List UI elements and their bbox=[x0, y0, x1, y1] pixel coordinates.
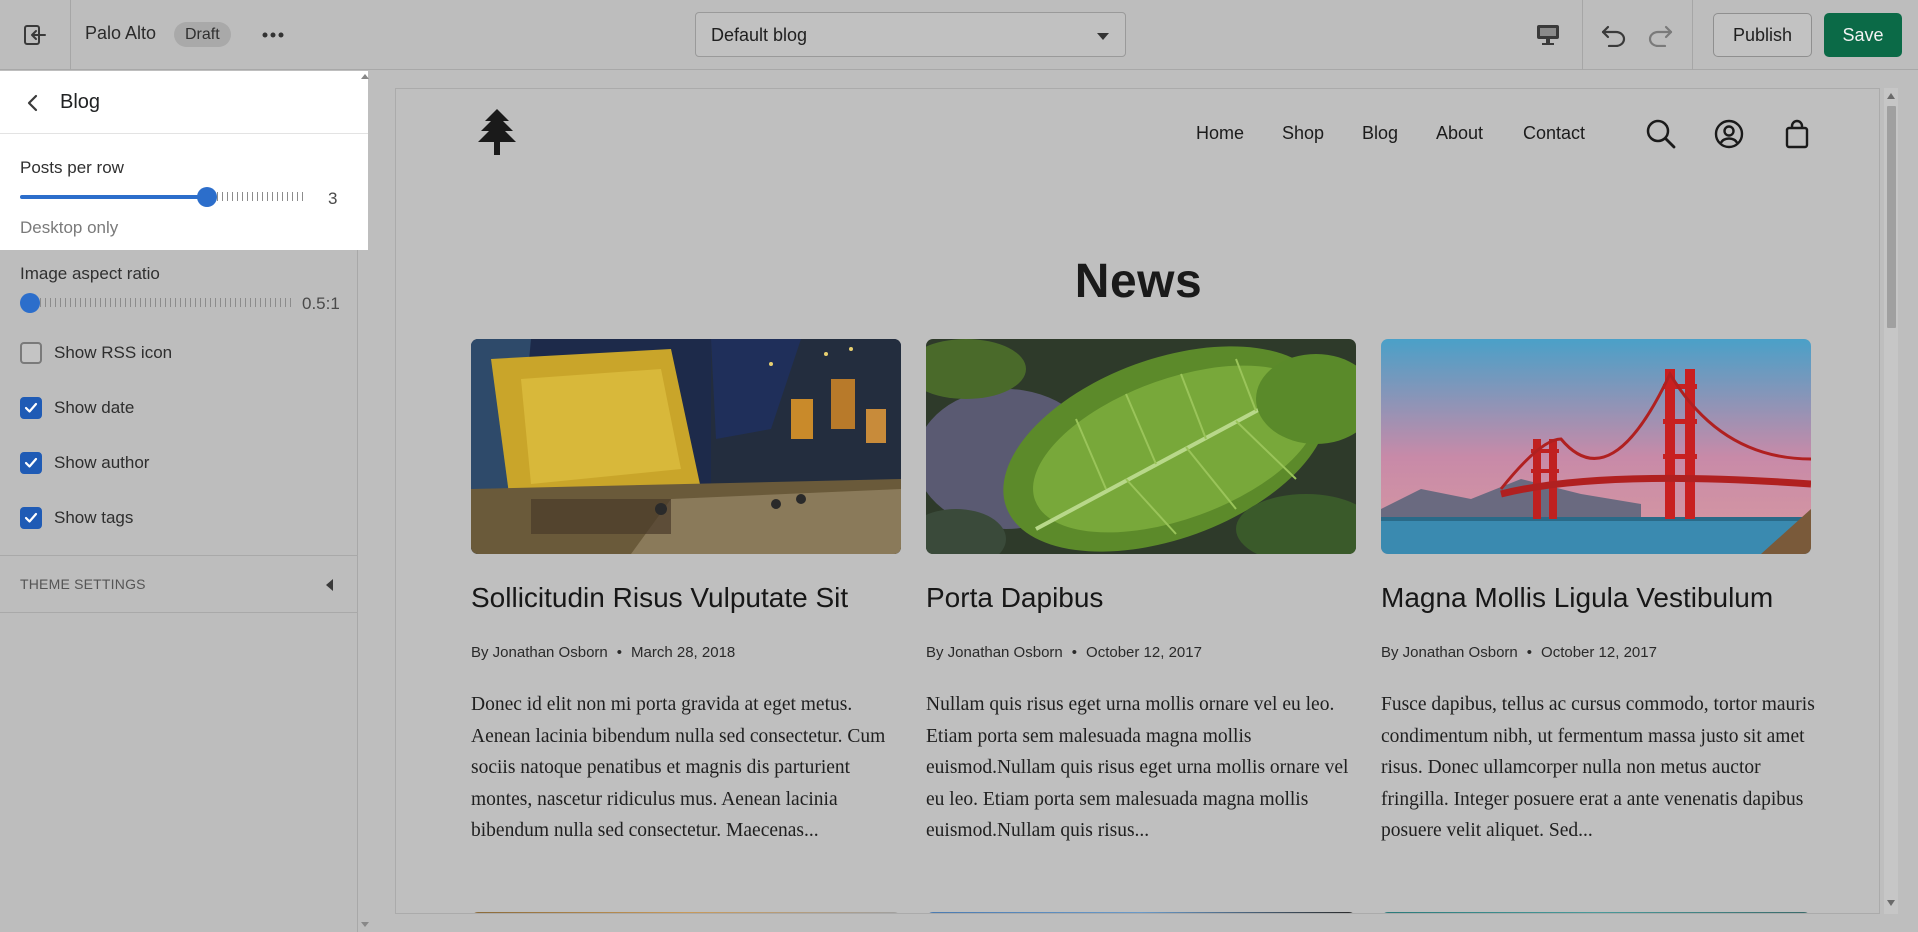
desktop-icon[interactable] bbox=[1532, 19, 1564, 51]
post-excerpt: Donec id elit non mi porta gravida at eg… bbox=[471, 694, 886, 841]
post-image-golden-gate-bridge[interactable] bbox=[1381, 339, 1811, 554]
exit-icon[interactable] bbox=[20, 20, 50, 50]
post-author: By Jonathan Osborn bbox=[1381, 644, 1518, 661]
divider bbox=[0, 612, 358, 613]
preview-scrollbar[interactable] bbox=[1884, 88, 1898, 914]
bullet-separator: • bbox=[616, 644, 623, 661]
slider-fill bbox=[20, 195, 207, 199]
post-image-cafe-terrace-painting[interactable] bbox=[471, 339, 901, 554]
divider bbox=[70, 0, 71, 70]
back-arrow-icon[interactable] bbox=[20, 91, 44, 115]
store-name: Palo Alto bbox=[85, 23, 157, 43]
posts-per-row-label: Posts per row bbox=[20, 158, 124, 177]
status-badge: Draft bbox=[174, 22, 231, 47]
post-image-green-leaves[interactable] bbox=[926, 339, 1356, 554]
nav-link-about[interactable]: About bbox=[1436, 123, 1483, 144]
panel-title: Blog bbox=[60, 91, 101, 113]
show-author-checkbox[interactable]: Show author bbox=[20, 451, 149, 475]
checkbox-label: Show tags bbox=[54, 508, 134, 527]
publish-button[interactable]: Publish bbox=[1713, 13, 1812, 57]
scrollbar-thumb[interactable] bbox=[1887, 106, 1896, 328]
page-heading: News bbox=[1074, 255, 1203, 308]
image-aspect-ratio-value: 0.5:1 bbox=[302, 294, 340, 313]
post-meta: By Jonathan Osborn • October 12, 2017 bbox=[926, 644, 1202, 661]
posts-per-row-value: 3 bbox=[328, 189, 338, 208]
post-excerpt: Fusce dapibus, tellus ac cursus commodo,… bbox=[1381, 694, 1815, 841]
chevron-down-icon bbox=[1097, 33, 1109, 40]
scroll-down-icon[interactable] bbox=[1887, 900, 1895, 906]
account-icon[interactable] bbox=[1712, 117, 1746, 151]
checkbox-label: Show date bbox=[54, 398, 135, 417]
image-aspect-ratio-slider[interactable] bbox=[20, 293, 292, 313]
editor-top-bar: Palo Alto Draft Default blog Publish Sav… bbox=[0, 0, 1918, 70]
divider bbox=[0, 555, 358, 556]
slider-thumb[interactable] bbox=[20, 293, 40, 313]
divider bbox=[1582, 0, 1583, 70]
post-date: October 12, 2017 bbox=[1541, 644, 1657, 661]
post-excerpt: Nullam quis risus eget urna mollis ornar… bbox=[926, 694, 1349, 841]
slider-ticks bbox=[206, 192, 305, 201]
post-meta: By Jonathan Osborn • October 12, 2017 bbox=[1381, 644, 1657, 661]
divider bbox=[1692, 0, 1693, 70]
show-tags-checkbox[interactable]: Show tags bbox=[20, 506, 133, 530]
more-icon[interactable] bbox=[258, 20, 288, 50]
post-author: By Jonathan Osborn bbox=[926, 644, 1063, 661]
next-post-image-peek[interactable] bbox=[471, 912, 901, 913]
cart-bag-icon[interactable] bbox=[1780, 117, 1814, 151]
undo-icon[interactable] bbox=[1598, 19, 1630, 51]
scroll-up-icon[interactable] bbox=[1887, 93, 1895, 99]
bullet-separator: • bbox=[1526, 644, 1533, 661]
post-date: October 12, 2017 bbox=[1086, 644, 1202, 661]
image-aspect-ratio-label: Image aspect ratio bbox=[20, 264, 160, 283]
posts-per-row-slider[interactable] bbox=[20, 187, 305, 207]
show-rss-icon-checkbox[interactable]: Show RSS icon bbox=[20, 341, 172, 365]
checkbox-label: Show author bbox=[54, 453, 150, 472]
post-title[interactable]: Sollicitudin Risus Vulputate Sit bbox=[471, 582, 848, 614]
posts-per-row-help: Desktop only bbox=[20, 218, 119, 237]
search-icon[interactable] bbox=[1644, 117, 1678, 151]
tree-logo-icon[interactable] bbox=[476, 108, 518, 161]
slider-ticks bbox=[30, 298, 292, 307]
redo-icon[interactable] bbox=[1644, 19, 1676, 51]
theme-settings-toggle[interactable]: THEME SETTINGS bbox=[20, 576, 146, 592]
show-date-checkbox[interactable]: Show date bbox=[20, 396, 134, 420]
next-post-image-peek[interactable] bbox=[926, 912, 1356, 913]
scroll-up-icon[interactable] bbox=[361, 74, 369, 79]
bullet-separator: • bbox=[1071, 644, 1078, 661]
nav-link-home[interactable]: Home bbox=[1196, 123, 1244, 144]
checkbox-label: Show RSS icon bbox=[54, 343, 173, 362]
template-select-value: Default blog bbox=[711, 25, 808, 45]
checkbox[interactable] bbox=[20, 397, 42, 419]
scroll-down-icon[interactable] bbox=[361, 922, 369, 927]
checkbox[interactable] bbox=[20, 452, 42, 474]
slider-thumb[interactable] bbox=[196, 187, 217, 207]
checkbox[interactable] bbox=[20, 342, 42, 364]
store-preview: Home Shop Blog About Contact News Sollic… bbox=[395, 88, 1880, 914]
nav-link-contact[interactable]: Contact bbox=[1523, 123, 1585, 144]
save-button[interactable]: Save bbox=[1824, 13, 1902, 57]
post-author: By Jonathan Osborn bbox=[471, 644, 608, 661]
highlighted-panel: Blog Posts per row 3 Desktop only bbox=[0, 71, 368, 250]
checkbox[interactable] bbox=[20, 507, 42, 529]
post-title[interactable]: Magna Mollis Ligula Vestibulum bbox=[1381, 582, 1773, 614]
post-date: March 28, 2018 bbox=[631, 644, 736, 661]
nav-link-blog[interactable]: Blog bbox=[1362, 123, 1398, 144]
panel-header: Blog bbox=[0, 71, 368, 134]
settings-sidebar: Blog Posts per row 3 Desktop only Image … bbox=[0, 71, 368, 932]
nav-link-shop[interactable]: Shop bbox=[1282, 123, 1324, 144]
post-meta: By Jonathan Osborn • March 28, 2018 bbox=[471, 644, 735, 661]
chevron-left-icon[interactable] bbox=[326, 579, 333, 591]
next-post-image-peek[interactable] bbox=[1381, 912, 1811, 913]
post-title[interactable]: Porta Dapibus bbox=[926, 582, 1103, 614]
template-select[interactable]: Default blog bbox=[695, 12, 1126, 57]
